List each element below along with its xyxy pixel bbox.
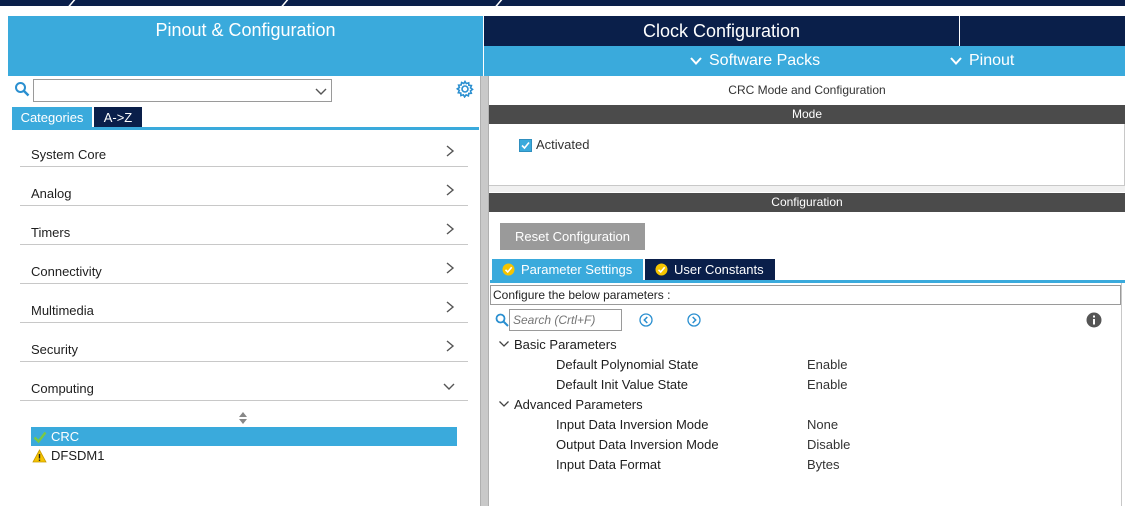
- category-label: Analog: [31, 186, 72, 201]
- software-packs-label: Software Packs: [709, 52, 821, 69]
- list-item-label: CRC: [51, 429, 80, 444]
- activated-label: Activated: [536, 137, 590, 152]
- chevron-right-icon: [446, 340, 455, 352]
- chevron-right-icon: [446, 262, 455, 274]
- left-gutter: [0, 6, 8, 506]
- check-icon: [521, 141, 530, 150]
- next-match-icon[interactable]: [687, 313, 701, 327]
- category-label: System Core: [31, 147, 107, 162]
- panel-title: CRC Mode and Configuration: [728, 83, 886, 97]
- category-timers[interactable]: Timers: [20, 206, 468, 245]
- tab-categories[interactable]: Categories: [12, 107, 92, 128]
- panel-border: [1121, 283, 1125, 506]
- category-label: Multimedia: [31, 303, 94, 318]
- param-value[interactable]: Enable: [807, 377, 847, 392]
- param-name[interactable]: Default Polynomial State: [556, 357, 698, 372]
- category-multimedia[interactable]: Multimedia: [20, 284, 468, 323]
- group-label: Advanced Parameters: [514, 397, 643, 412]
- tabs-underline: [490, 280, 1125, 283]
- warning-icon: [32, 449, 47, 463]
- parameter-search-input[interactable]: [509, 309, 622, 331]
- pinout-menu-label: Pinout: [969, 52, 1015, 69]
- gear-icon[interactable]: [456, 80, 474, 98]
- chevron-down-icon: [950, 57, 962, 65]
- param-value[interactable]: None: [807, 417, 838, 432]
- tab-a-to-z[interactable]: A->Z: [94, 107, 142, 128]
- check-circle-icon: [502, 263, 515, 276]
- param-name[interactable]: Output Data Inversion Mode: [556, 437, 719, 452]
- search-icon[interactable]: [495, 313, 509, 327]
- group-advanced-parameters[interactable]: Advanced Parameters: [498, 397, 643, 412]
- sort-arrows-icon[interactable]: [237, 411, 249, 425]
- activated-checkbox[interactable]: [519, 139, 532, 152]
- param-name[interactable]: Input Data Format: [556, 457, 661, 472]
- category-label: Timers: [31, 225, 71, 240]
- list-item-dfsdm1[interactable]: DFSDM1: [31, 446, 457, 465]
- group-basic-parameters[interactable]: Basic Parameters: [498, 337, 617, 352]
- tab-parameter-settings[interactable]: Parameter Settings: [492, 259, 643, 280]
- tab-label: Parameter Settings: [521, 262, 633, 277]
- param-value[interactable]: Enable: [807, 357, 847, 372]
- chevron-down-icon: [499, 341, 509, 347]
- configuration-section-header: Configuration: [489, 193, 1125, 212]
- tab-project-manager[interactable]: [960, 16, 1125, 46]
- group-label: Basic Parameters: [514, 337, 617, 352]
- software-packs-menu[interactable]: Software Packs: [689, 46, 820, 76]
- category-security[interactable]: Security: [20, 323, 468, 362]
- info-icon[interactable]: [1086, 312, 1102, 328]
- tab-pinout-configuration[interactable]: Pinout & Configuration: [8, 16, 483, 76]
- param-name[interactable]: Default Init Value State: [556, 377, 688, 392]
- category-label: Connectivity: [31, 264, 102, 279]
- category-label: Computing: [31, 381, 94, 396]
- category-connectivity[interactable]: Connectivity: [20, 245, 468, 284]
- mode-section-header: Mode: [489, 105, 1125, 124]
- tab-label: User Constants: [674, 262, 764, 277]
- panel-splitter[interactable]: [480, 76, 489, 506]
- param-value[interactable]: Bytes: [807, 457, 840, 472]
- chevron-down-icon: [690, 57, 702, 65]
- list-item-crc[interactable]: CRC: [31, 427, 457, 446]
- tab-user-constants[interactable]: User Constants: [645, 259, 775, 280]
- chevron-down-icon: [443, 383, 455, 390]
- chevron-right-icon: [446, 301, 455, 313]
- check-icon: [33, 431, 47, 444]
- param-name[interactable]: Input Data Inversion Mode: [556, 417, 708, 432]
- reset-configuration-button[interactable]: Reset Configuration: [500, 223, 645, 250]
- chevron-down-icon: [499, 401, 509, 407]
- mode-section: [489, 124, 1125, 186]
- tab-clock-configuration[interactable]: Clock Configuration: [484, 16, 959, 46]
- category-computing[interactable]: Computing: [20, 362, 468, 401]
- category-label: Security: [31, 342, 78, 357]
- search-icon[interactable]: [14, 81, 30, 97]
- category-system-core[interactable]: System Core: [20, 128, 468, 167]
- param-value[interactable]: Disable: [807, 437, 850, 452]
- menu-bar: Software Packs Pinout: [484, 46, 1125, 76]
- check-circle-icon: [655, 263, 668, 276]
- chevron-right-icon: [446, 145, 455, 157]
- list-item-label: DFSDM1: [51, 448, 105, 463]
- category-analog[interactable]: Analog: [20, 167, 468, 206]
- pinout-menu[interactable]: Pinout: [949, 46, 1014, 76]
- chevron-down-icon[interactable]: [314, 84, 328, 98]
- top-breadcrumb-strip: [0, 0, 1125, 6]
- previous-match-icon[interactable]: [639, 313, 653, 327]
- chevron-right-icon: [446, 223, 455, 235]
- tab-pinout-label: Pinout & Configuration: [155, 20, 336, 40]
- config-hint: Configure the below parameters :: [490, 285, 1121, 305]
- search-combobox[interactable]: [33, 79, 332, 102]
- chevron-right-icon: [446, 184, 455, 196]
- section-gap: [489, 186, 1125, 192]
